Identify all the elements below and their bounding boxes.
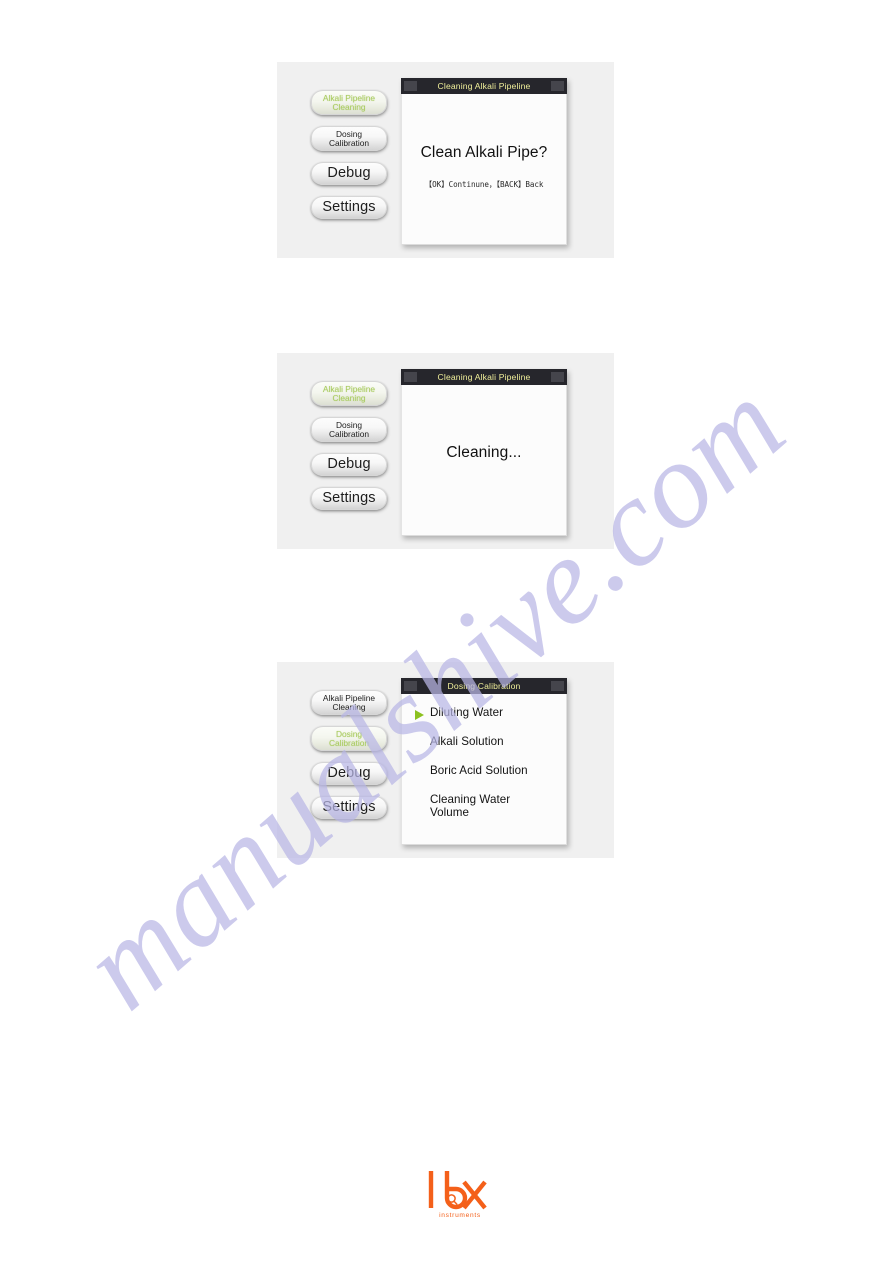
- sidebar-item-debug[interactable]: Debug: [311, 762, 387, 785]
- sidebar-item-label: Debug: [327, 165, 371, 182]
- menu-item-label: Diluting Water: [430, 706, 504, 719]
- titlebar-left-box-icon: [404, 81, 417, 91]
- lcd-titlebar: Cleaning Alkali Pipeline: [401, 369, 567, 385]
- sidebar-item-debug[interactable]: Debug: [311, 162, 387, 185]
- lcd-body: Diluting Water Alkali Solution Boric Acid …: [401, 694, 567, 845]
- lcd-titlebar: Dosing Calibration: [401, 678, 567, 694]
- confirm-dialog: Clean Alkali Pipe? 【OK】Continune，【BACK】Ba…: [402, 144, 566, 190]
- confirm-question: Clean Alkali Pipe?: [420, 144, 548, 161]
- lbx-instruments-logo: instruments: [425, 1168, 495, 1220]
- titlebar-right-box-icon: [551, 81, 564, 91]
- sidebar-item-label-line2: Cleaning: [332, 701, 366, 712]
- sidebar-item-dosing-calibration[interactable]: Dosing Calibration: [311, 726, 387, 751]
- sidebar-item-label-line2: Cleaning: [332, 392, 366, 403]
- sidebar-item-label-line2: Calibration: [328, 737, 370, 748]
- screen-clean-confirm: Alkali Pipeline Cleaning Dosing Calibration…: [277, 62, 614, 258]
- lcd-window: Cleaning Alkali Pipeline Cleaning...: [401, 369, 567, 536]
- status-message-wrap: Cleaning...: [402, 444, 566, 462]
- selection-cursor-triangle-icon: [415, 710, 424, 720]
- sidebar-item-settings[interactable]: Settings: [311, 487, 387, 510]
- sidebar-button-column: Alkali Pipeline Cleaning Dosing Calibration…: [311, 381, 393, 521]
- lcd-title-text: Cleaning Alkali Pipeline: [437, 81, 531, 91]
- sidebar-button-column: Alkali Pipeline Cleaning Dosing Calibration…: [311, 90, 393, 230]
- lcd-menu-list: Diluting Water Alkali Solution Boric Acid …: [402, 706, 566, 826]
- sidebar-item-dosing-calibration[interactable]: Dosing Calibration: [311, 417, 387, 442]
- titlebar-left-box-icon: [404, 681, 417, 691]
- screen-cleaning-busy: Alkali Pipeline Cleaning Dosing Calibration…: [277, 353, 614, 549]
- sidebar-item-label-line2: Calibration: [328, 428, 370, 439]
- menu-item-label: Boric Acid Solution: [430, 764, 528, 777]
- menu-item-cleaning-water-volume[interactable]: Cleaning Water Volume: [402, 793, 566, 819]
- menu-item-label-line2: Volume: [430, 805, 469, 819]
- menu-item-label: Alkali Solution: [430, 735, 504, 748]
- titlebar-right-box-icon: [551, 372, 564, 382]
- sidebar-item-alkali-pipeline-cleaning[interactable]: Alkali Pipeline Cleaning: [311, 90, 387, 115]
- screen-dosing-calibration-menu: Alkali Pipeline Cleaning Dosing Calibration…: [277, 662, 614, 858]
- sidebar-item-alkali-pipeline-cleaning[interactable]: Alkali Pipeline Cleaning: [311, 690, 387, 715]
- lcd-body: Cleaning...: [401, 385, 567, 536]
- titlebar-left-box-icon: [404, 372, 417, 382]
- sidebar-item-label: Settings: [322, 490, 376, 507]
- sidebar-item-settings[interactable]: Settings: [311, 796, 387, 819]
- menu-item-boric-acid-solution[interactable]: Boric Acid Solution: [402, 764, 566, 787]
- sidebar-item-dosing-calibration[interactable]: Dosing Calibration: [311, 126, 387, 151]
- key-hint-text: 【OK】Continune，【BACK】Back: [424, 180, 544, 189]
- lcd-window: Dosing Calibration Diluting Water Alkali S…: [401, 678, 567, 845]
- menu-item-alkali-solution[interactable]: Alkali Solution: [402, 735, 566, 758]
- menu-item-diluting-water[interactable]: Diluting Water: [402, 706, 566, 729]
- sidebar-item-settings[interactable]: Settings: [311, 196, 387, 219]
- sidebar-item-label-line2: Calibration: [328, 137, 370, 148]
- sidebar-item-debug[interactable]: Debug: [311, 453, 387, 476]
- lcd-title-text: Cleaning Alkali Pipeline: [437, 372, 531, 382]
- sidebar-item-label: Debug: [327, 456, 371, 473]
- sidebar-item-label: Settings: [322, 199, 376, 216]
- sidebar-item-alkali-pipeline-cleaning[interactable]: Alkali Pipeline Cleaning: [311, 381, 387, 406]
- lcd-window: Cleaning Alkali Pipeline Clean Alkali Pip…: [401, 78, 567, 245]
- logo-tagline: instruments: [439, 1212, 481, 1219]
- lcd-titlebar: Cleaning Alkali Pipeline: [401, 78, 567, 94]
- status-message: Cleaning...: [446, 444, 522, 461]
- sidebar-item-label-line2: Cleaning: [332, 101, 366, 112]
- menu-item-label: Cleaning Water: [430, 793, 511, 806]
- sidebar-item-label: Settings: [322, 799, 376, 816]
- titlebar-right-box-icon: [551, 681, 564, 691]
- lcd-title-text: Dosing Calibration: [447, 681, 521, 691]
- sidebar-item-label: Debug: [327, 765, 371, 782]
- lcd-body: Clean Alkali Pipe? 【OK】Continune，【BACK】Ba…: [401, 94, 567, 245]
- sidebar-button-column: Alkali Pipeline Cleaning Dosing Calibration…: [311, 690, 393, 830]
